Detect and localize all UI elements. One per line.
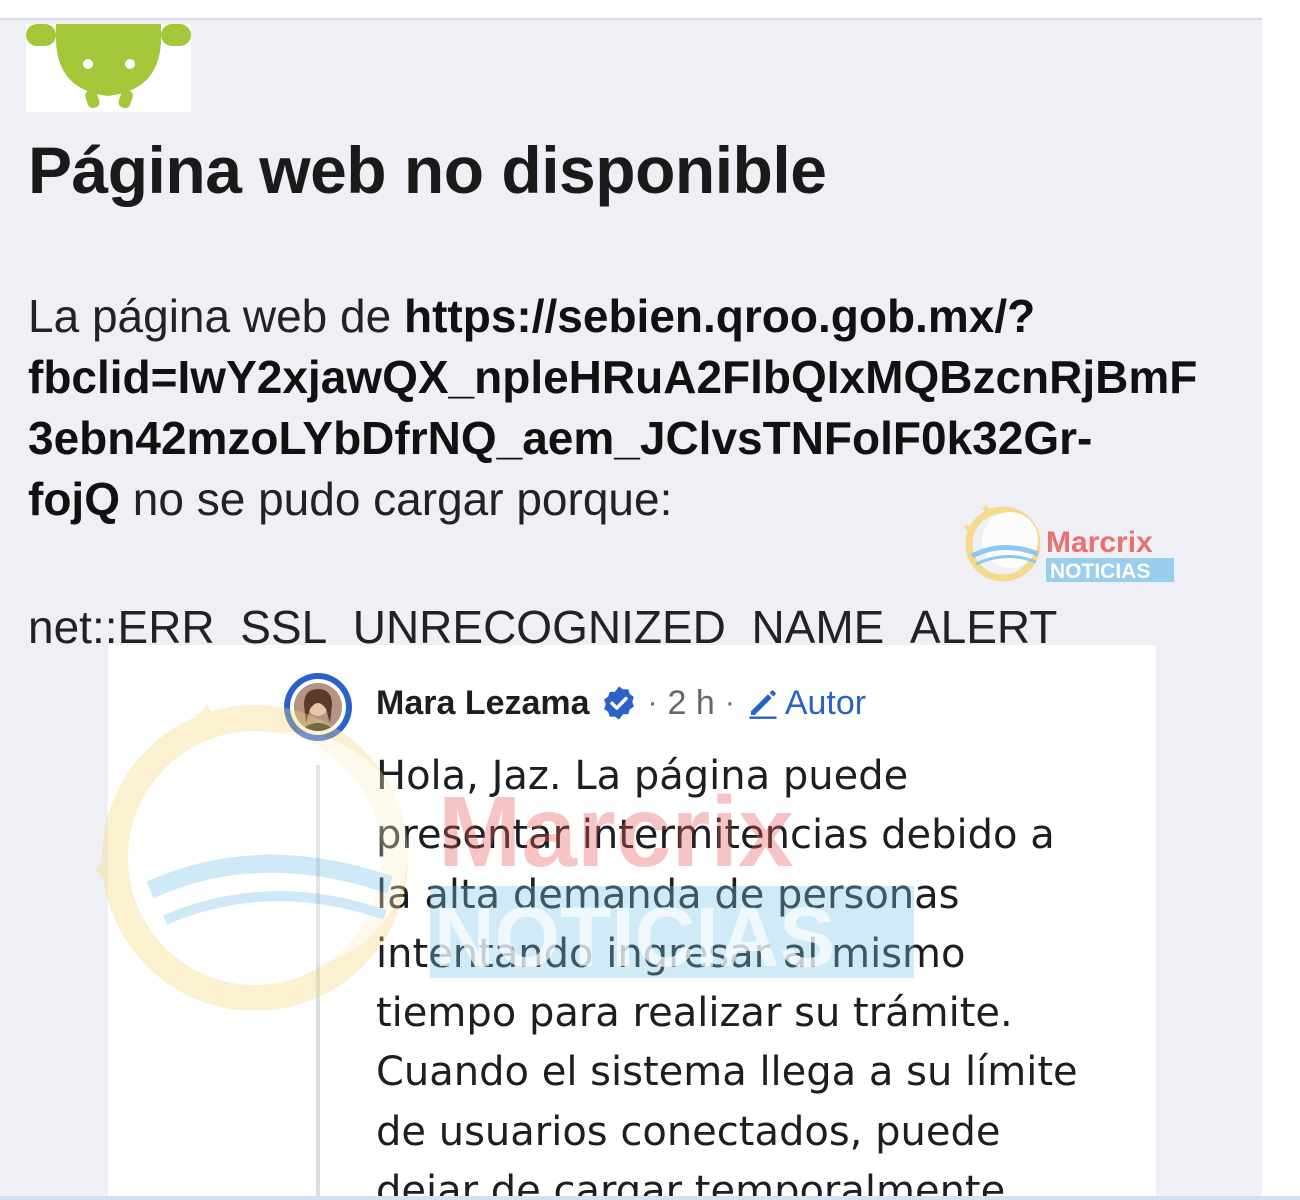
author-name[interactable]: Mara Lezama xyxy=(376,684,590,723)
watermark-logo-small: ✦ ✦ Marcrix NOTICIAS xyxy=(962,502,1174,583)
comment-timestamp[interactable]: 2 h xyxy=(668,684,715,723)
error-message-line-1: La página web de https://sebien.qroo.gob… xyxy=(28,286,1262,347)
failed-url-part-4: fojQ xyxy=(28,473,120,525)
failed-url-part-1: https://sebien.qroo.gob.mx/? xyxy=(403,290,1036,342)
comment-header: Mara Lezama · 2 h · Autor xyxy=(376,681,866,725)
bottom-edge xyxy=(0,1196,1300,1200)
watermark-brand-bottom: NOTICIAS xyxy=(1050,560,1150,583)
error-message: La página web de https://sebien.qroo.gob… xyxy=(28,286,1262,530)
error-message-prefix: La página web de xyxy=(28,290,404,342)
android-robot-icon xyxy=(26,24,191,112)
avatar-photo xyxy=(294,683,342,731)
comment-card: Mara Lezama · 2 h · Autor Hola, Jaz. La … xyxy=(108,645,1156,1200)
verified-badge-icon xyxy=(600,684,638,722)
failed-url-part-2: fbclid=IwY2xjawQX_npleHRuA2FlbQIxMQBzcnR… xyxy=(28,351,1198,403)
svg-text:✦: ✦ xyxy=(980,502,992,518)
error-message-line-3: 3ebn42mzoLYbDfrNQ_aem_JClvsTNFolF0k32Gr- xyxy=(28,408,1262,469)
page-title: Página web no disponible xyxy=(28,133,827,207)
avatar[interactable] xyxy=(284,673,352,741)
separator-dot: · xyxy=(647,686,658,719)
author-role-badge: Autor xyxy=(784,683,867,722)
screenshot-stage: Página web no disponible La página web d… xyxy=(0,0,1300,1200)
pencil-icon xyxy=(745,685,781,721)
watermark-brand-top: Marcrix xyxy=(1046,526,1153,559)
comment-text: Hola, Jaz. La página puede presentar int… xyxy=(376,753,1078,1200)
svg-text:✦: ✦ xyxy=(962,521,972,535)
separator-dot: · xyxy=(724,686,735,719)
thread-line xyxy=(316,765,320,1200)
error-message-suffix: no se pudo cargar porque: xyxy=(119,473,673,525)
failed-url-part-3: 3ebn42mzoLYbDfrNQ_aem_JClvsTNFolF0k32Gr- xyxy=(28,412,1093,464)
error-message-line-2: fbclid=IwY2xjawQX_npleHRuA2FlbQIxMQBzcnR… xyxy=(28,347,1262,408)
